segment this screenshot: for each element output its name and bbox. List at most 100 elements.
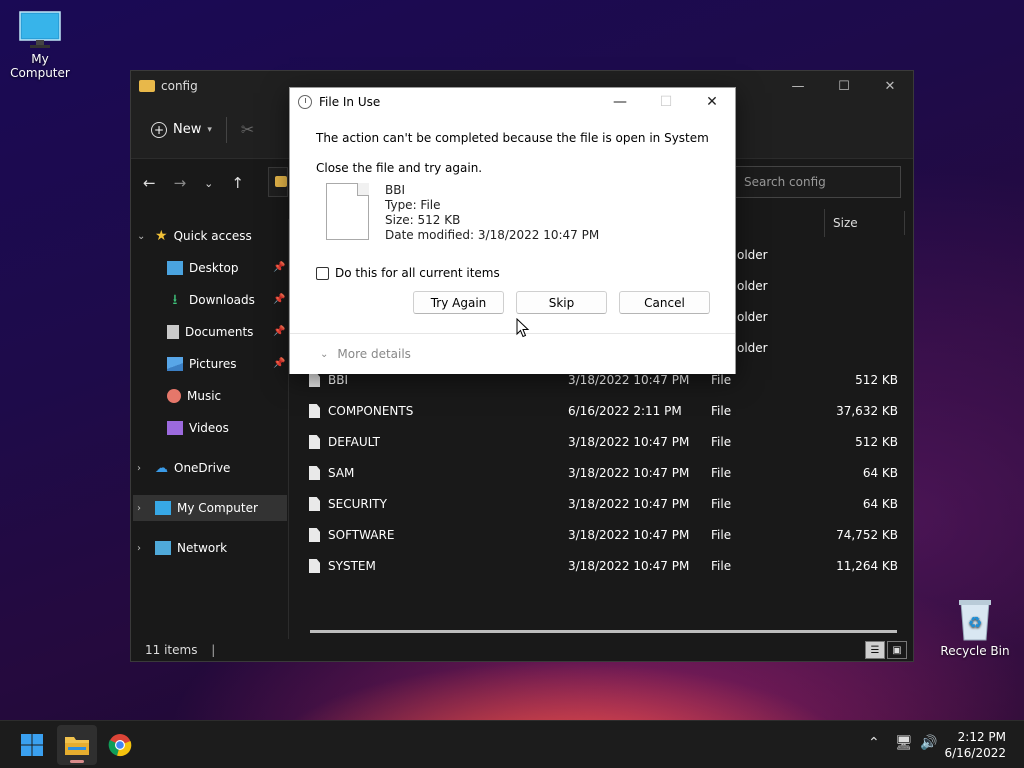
apply-all-checkbox-row[interactable]: Do this for all current items xyxy=(316,266,500,280)
search-input[interactable]: Search config xyxy=(731,166,901,198)
skip-button[interactable]: Skip xyxy=(516,291,607,314)
column-header-size[interactable]: Size xyxy=(824,209,858,237)
recent-locations-chevron-icon[interactable]: ⌄ xyxy=(204,177,213,190)
file-name: SOFTWARE xyxy=(328,528,395,542)
taskbar-chrome[interactable] xyxy=(100,725,140,765)
chevron-down-icon: ⌄ xyxy=(320,348,329,360)
sidebar-item-label: Desktop xyxy=(189,261,239,275)
file-name: BBI xyxy=(385,183,406,197)
cut-icon[interactable]: ✂ xyxy=(241,120,254,139)
sidebar-item-label: My Computer xyxy=(177,501,258,515)
close-button[interactable]: ✕ xyxy=(867,71,913,101)
details-view-button[interactable]: ☰ xyxy=(865,641,885,659)
cancel-button[interactable]: Cancel xyxy=(619,291,710,314)
clock-icon xyxy=(298,95,312,109)
table-row[interactable]: DEFAULT 3/18/2022 10:47 PM File 512 KB xyxy=(309,430,909,454)
network-icon[interactable]: 🖥 xyxy=(895,735,913,751)
sidebar-item-quick-access[interactable]: ⌄ ★ Quick access xyxy=(137,223,252,249)
sidebar-item-label: Quick access xyxy=(173,229,252,243)
desktop-icon-label: My Computer xyxy=(10,52,70,80)
file-icon xyxy=(309,373,320,387)
pin-icon[interactable]: 📌 xyxy=(273,294,285,305)
table-row[interactable]: SYSTEM 3/18/2022 10:47 PM File 11,264 KB xyxy=(309,554,909,578)
partial-type-text: older xyxy=(737,341,768,355)
sidebar-item-label: OneDrive xyxy=(174,461,231,475)
sidebar-item-music[interactable]: Music xyxy=(167,383,221,409)
chevron-right-icon[interactable]: › xyxy=(137,463,151,474)
horizontal-scrollbar[interactable] xyxy=(310,630,897,633)
sidebar-item-documents[interactable]: Documents xyxy=(167,319,253,345)
more-details-toggle[interactable]: ⌄ More details xyxy=(320,347,411,361)
file-size: Size: 512 KB xyxy=(385,213,461,227)
more-details-label: More details xyxy=(337,347,411,361)
file-size: 64 KB xyxy=(862,466,898,480)
dialog-instruction: Close the file and try again. xyxy=(316,161,483,175)
sidebar-item-label: Videos xyxy=(189,421,229,435)
recycle-bin-icon: ♻ xyxy=(959,600,991,641)
minimize-button[interactable]: — xyxy=(597,88,643,116)
sidebar-item-label: Network xyxy=(177,541,228,555)
table-row[interactable]: SAM 3/18/2022 10:47 PM File 64 KB xyxy=(309,461,909,485)
maximize-button[interactable]: ☐ xyxy=(821,71,867,101)
file-name: SAM xyxy=(328,466,355,480)
new-button[interactable]: + New ▾ xyxy=(151,121,212,138)
volume-icon[interactable]: 🔊 xyxy=(920,735,937,751)
mouse-cursor-icon xyxy=(516,318,530,338)
sidebar-item-my-computer[interactable]: › My Computer xyxy=(133,495,287,521)
file-date: 3/18/2022 10:47 PM xyxy=(568,373,690,387)
chevron-right-icon[interactable]: › xyxy=(137,503,151,514)
status-divider: | xyxy=(211,643,216,657)
chevron-up-icon[interactable]: ⌃ xyxy=(868,735,880,751)
back-arrow-icon[interactable]: ← xyxy=(143,174,156,192)
sidebar-item-desktop[interactable]: Desktop xyxy=(167,255,239,281)
sidebar-item-onedrive[interactable]: › ☁ OneDrive xyxy=(137,455,230,481)
taskbar-file-explorer[interactable] xyxy=(57,725,97,765)
forward-arrow-icon[interactable]: → xyxy=(174,174,187,192)
tiles-view-button[interactable]: ▣ xyxy=(887,641,907,659)
pin-icon[interactable]: 📌 xyxy=(273,326,285,337)
taskbar: ⌃ 🖥 🔊 2:12 PM 6/16/2022 xyxy=(0,720,1024,768)
minimize-button[interactable]: — xyxy=(775,71,821,101)
chevron-down-icon[interactable]: ⌄ xyxy=(137,231,151,242)
documents-icon xyxy=(167,325,179,339)
start-button[interactable] xyxy=(12,725,52,765)
file-size: 64 KB xyxy=(862,497,898,511)
file-date-modified: Date modified: 3/18/2022 10:47 PM xyxy=(385,228,600,242)
dialog-message: The action can't be completed because th… xyxy=(316,131,709,145)
sidebar-item-network[interactable]: › Network xyxy=(137,535,227,561)
apply-all-checkbox[interactable] xyxy=(316,266,329,280)
search-placeholder: Search config xyxy=(744,175,826,189)
sidebar-item-downloads[interactable]: ⭳ Downloads xyxy=(167,287,255,313)
file-name: SECURITY xyxy=(328,497,387,511)
file-name: DEFAULT xyxy=(328,435,380,449)
pin-icon[interactable]: 📌 xyxy=(273,262,285,273)
table-row[interactable]: SOFTWARE 3/18/2022 10:47 PM File 74,752 … xyxy=(309,523,909,547)
network-icon xyxy=(155,541,171,555)
desktop-icon xyxy=(167,261,183,275)
file-size: 512 KB xyxy=(855,435,898,449)
desktop-icon-recycle-bin[interactable]: ♻ Recycle Bin xyxy=(935,598,1015,658)
file-icon xyxy=(309,404,320,418)
try-again-button[interactable]: Try Again xyxy=(413,291,504,314)
address-bar[interactable] xyxy=(268,167,288,197)
folder-icon xyxy=(275,176,287,187)
pin-icon[interactable]: 📌 xyxy=(273,358,285,369)
svg-text:♻: ♻ xyxy=(968,613,982,632)
sidebar-item-pictures[interactable]: Pictures xyxy=(167,351,237,377)
window-title: config xyxy=(161,79,198,93)
file-date: 3/18/2022 10:47 PM xyxy=(568,497,690,511)
sidebar-item-videos[interactable]: Videos xyxy=(167,415,229,441)
table-row[interactable]: SECURITY 3/18/2022 10:47 PM File 64 KB xyxy=(309,492,909,516)
up-arrow-icon[interactable]: ↑ xyxy=(231,174,244,192)
close-button[interactable]: ✕ xyxy=(689,88,735,116)
taskbar-clock[interactable]: 2:12 PM 6/16/2022 xyxy=(944,729,1006,761)
folder-icon xyxy=(139,80,155,92)
chevron-right-icon[interactable]: › xyxy=(137,543,151,554)
column-divider[interactable] xyxy=(904,211,905,235)
file-date: 6/16/2022 2:11 PM xyxy=(568,404,682,418)
table-row[interactable]: COMPONENTS 6/16/2022 2:11 PM File 37,632… xyxy=(309,399,909,423)
desktop-icon-my-computer[interactable]: My Computer xyxy=(0,10,80,80)
file-name: BBI xyxy=(328,373,349,387)
file-name: SYSTEM xyxy=(328,559,376,573)
file-icon xyxy=(309,559,320,573)
